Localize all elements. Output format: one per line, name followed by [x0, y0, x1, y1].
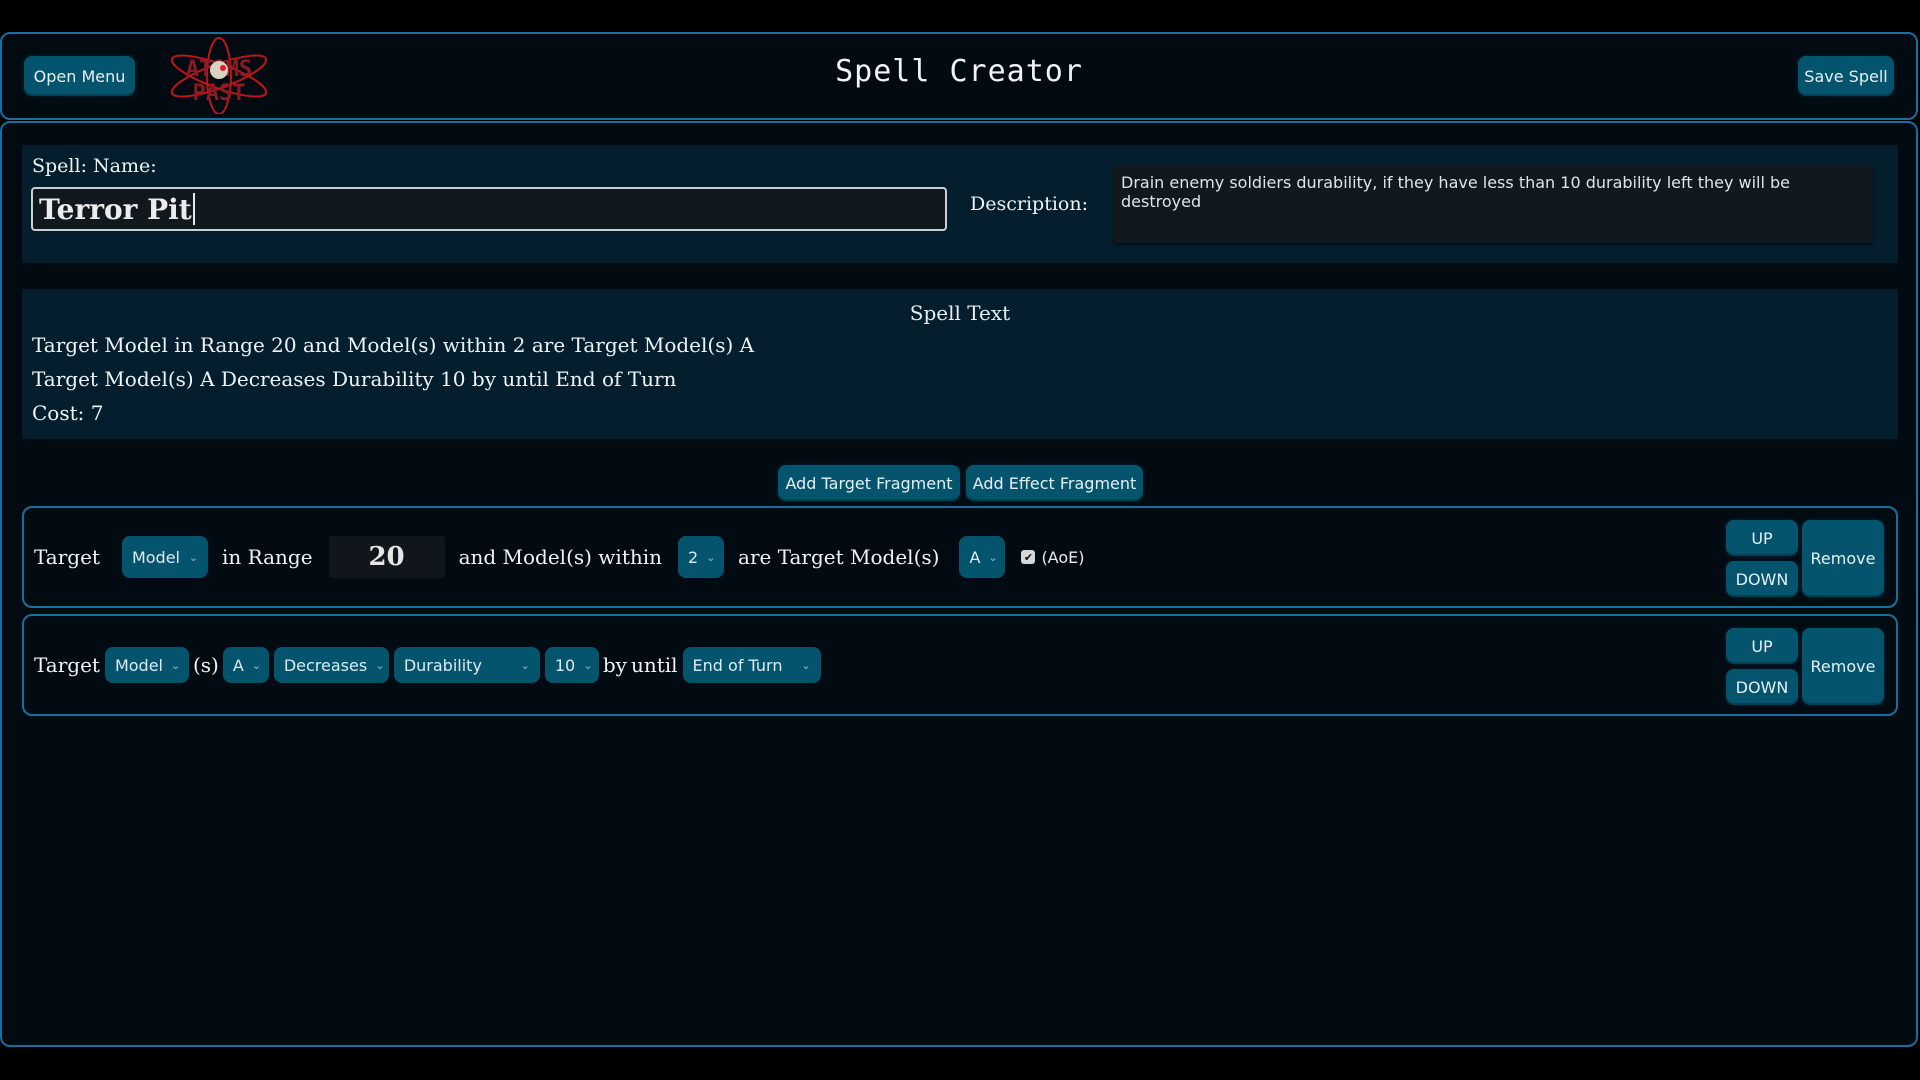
unit-select-value: Model — [114, 655, 163, 675]
chevron-down-icon: ⌄ — [520, 658, 530, 672]
move-up-button[interactable]: UP — [1726, 628, 1798, 664]
spell-text-title: Spell Text — [909, 301, 1011, 325]
move-down-button[interactable]: DOWN — [1726, 669, 1798, 705]
chevron-down-icon: ⌄ — [583, 658, 593, 672]
spell-info-panel: Spell: Name: Terror Pit Description: Dra… — [22, 145, 1898, 263]
move-down-button[interactable]: DOWN — [1726, 561, 1798, 597]
group-select-value: A — [969, 547, 981, 567]
stat-select[interactable]: Durability ⌄ — [393, 647, 540, 683]
spell-text-panel: Spell Text Target Model in Range 20 and … — [22, 289, 1898, 439]
target-fragment: Target Model ⌄ in Range 20 and Model(s) … — [22, 506, 1898, 608]
page-title: Spell Creator — [835, 54, 1083, 89]
save-spell-button[interactable]: Save Spell — [1798, 56, 1894, 96]
operation-select[interactable]: Decreases ⌄ — [273, 647, 389, 683]
group-select[interactable]: A ⌄ — [222, 647, 269, 683]
fragment-text: and Model(s) within — [458, 545, 663, 569]
chevron-down-icon: ⌄ — [171, 658, 181, 672]
chevron-down-icon: ⌄ — [988, 550, 998, 564]
chevron-down-icon: ⌄ — [188, 550, 198, 564]
chevron-down-icon: ⌄ — [251, 658, 261, 672]
fragment-text: Target — [34, 653, 100, 677]
spell-text-line: Target Model(s) A Decreases Durability 1… — [32, 367, 677, 391]
unit-select[interactable]: Model ⌄ — [121, 536, 208, 578]
spell-editor: Spell: Name: Terror Pit Description: Dra… — [0, 121, 1918, 1047]
header-bar: Open Menu ATOMS PAST Spell Creator Save … — [0, 32, 1918, 120]
spell-name-label: Spell: Name: — [32, 155, 157, 177]
spell-cost: Cost: 7 — [32, 401, 104, 425]
operation-select-value: Decreases — [283, 655, 368, 675]
unit-select-value: Model — [131, 547, 180, 567]
spell-name-value: Terror Pit — [39, 192, 192, 226]
add-effect-fragment-button[interactable]: Add Effect Fragment — [966, 465, 1143, 501]
range-input[interactable]: 20 — [328, 536, 445, 578]
chevron-down-icon: ⌄ — [706, 550, 716, 564]
within-select[interactable]: 2 ⌄ — [678, 536, 725, 578]
fragment-text: are Target Model(s) — [738, 545, 940, 569]
amount-select[interactable]: 10 ⌄ — [544, 647, 599, 683]
check-icon: ✔ — [1021, 550, 1036, 564]
unit-select[interactable]: Model ⌄ — [104, 647, 189, 683]
chevron-down-icon: ⌄ — [801, 658, 811, 672]
fragment-text: in Range — [221, 545, 313, 569]
text-caret — [192, 193, 195, 225]
remove-fragment-button[interactable]: Remove — [1802, 628, 1884, 705]
remove-fragment-button[interactable]: Remove — [1802, 520, 1884, 597]
aoe-label: (AoE) — [1041, 547, 1085, 567]
move-up-button[interactable]: UP — [1726, 520, 1798, 556]
within-select-value: 2 — [688, 547, 699, 567]
amount-select-value: 10 — [554, 655, 576, 675]
fragment-text: Target — [34, 545, 100, 569]
stat-select-value: Durability — [403, 655, 482, 675]
fragment-text: by — [602, 653, 627, 677]
spell-text-line: Target Model in Range 20 and Model(s) wi… — [32, 333, 755, 357]
description-label: Description: — [970, 193, 1088, 215]
add-target-fragment-button[interactable]: Add Target Fragment — [778, 465, 960, 501]
fragment-text: until — [630, 653, 678, 677]
description-textarea[interactable]: Drain enemy soldiers durability, if they… — [1113, 165, 1873, 243]
fragment-text: (s) — [192, 653, 219, 677]
spell-name-input[interactable]: Terror Pit — [31, 187, 947, 231]
duration-select[interactable]: End of Turn ⌄ — [682, 647, 821, 683]
duration-select-value: End of Turn — [692, 655, 783, 675]
aoe-checkbox[interactable]: ✔ (AoE) — [1021, 548, 1084, 567]
effect-fragment: Target Model ⌄ (s) A ⌄ Decreases ⌄ Durab… — [22, 614, 1898, 716]
group-select[interactable]: A ⌄ — [959, 536, 1006, 578]
group-select-value: A — [232, 655, 244, 675]
chevron-down-icon: ⌄ — [375, 658, 385, 672]
